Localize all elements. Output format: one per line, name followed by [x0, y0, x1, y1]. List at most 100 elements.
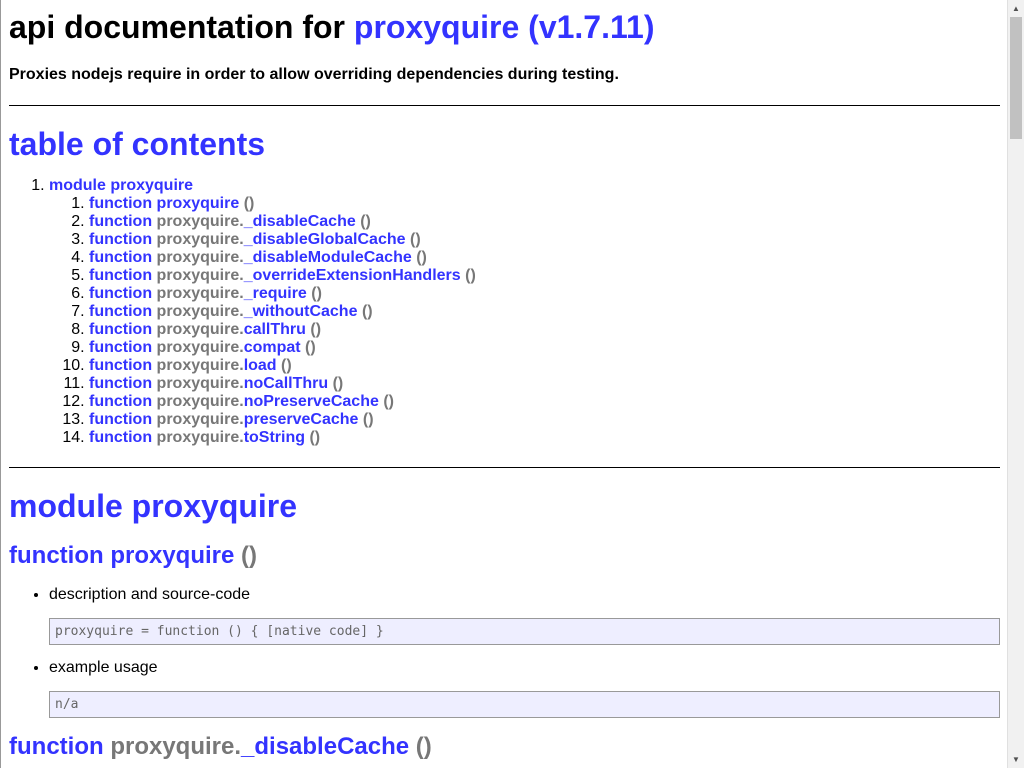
toc-function-prefix: proxyquire.: [156, 303, 244, 320]
toc-function-prefix: proxyquire.: [156, 267, 244, 284]
toc-function-prefix: proxyquire.: [156, 339, 244, 356]
function-keyword-link[interactable]: function: [9, 733, 104, 760]
toc-list: module proxyquire function proxyquire ()…: [9, 177, 1000, 447]
toc-function-name-link[interactable]: proxyquire: [157, 195, 240, 212]
function-parens: (): [241, 542, 257, 569]
toc-function-keyword-link[interactable]: function: [89, 303, 152, 320]
toc-function-item: function proxyquire (): [89, 195, 1000, 213]
toc-function-name-link[interactable]: compat: [244, 339, 301, 356]
example-label: example usage: [49, 658, 1000, 678]
toc-function-list: function proxyquire ()function proxyquir…: [49, 195, 1000, 447]
function-heading: function proxyquire (): [9, 541, 1000, 571]
page-viewport: api documentation for proxyquire (v1.7.1…: [0, 0, 1007, 768]
function-keyword-link[interactable]: function: [9, 542, 104, 569]
package-description: Proxies nodejs require in order to allow…: [9, 66, 619, 83]
toc-function-name-link[interactable]: noCallThru: [244, 375, 328, 392]
toc-function-parens: (): [332, 375, 344, 392]
toc-module-item: module proxyquire function proxyquire ()…: [49, 177, 1000, 447]
toc-function-parens: (): [310, 321, 322, 338]
divider: [9, 105, 1000, 106]
toc-function-prefix: proxyquire.: [156, 321, 244, 338]
toc-function-item: function proxyquire.noPreserveCache (): [89, 393, 1000, 411]
toc-function-item: function proxyquire.load (): [89, 357, 1000, 375]
toc-function-parens: (): [243, 195, 255, 212]
scrollbar-thumb[interactable]: [1010, 17, 1022, 139]
toc-heading: table of contents: [9, 126, 266, 162]
page-title: api documentation for proxyquire (v1.7.1…: [9, 8, 1000, 46]
toc-module-link[interactable]: module proxyquire: [49, 177, 193, 194]
toc-function-keyword-link[interactable]: function: [89, 357, 152, 374]
function-prefix: proxyquire.: [110, 733, 242, 760]
toc-function-item: function proxyquire.preserveCache (): [89, 411, 1000, 429]
toc-function-item: function proxyquire.compat (): [89, 339, 1000, 357]
toc-function-name-link[interactable]: _withoutCache: [244, 303, 358, 320]
module-heading: module proxyquire: [9, 488, 298, 524]
toc-function-keyword-link[interactable]: function: [89, 267, 152, 284]
toc-function-keyword-link[interactable]: function: [89, 321, 152, 338]
toc-function-parens: (): [465, 267, 476, 284]
toc-function-keyword-link[interactable]: function: [89, 249, 152, 266]
toc-function-parens: (): [309, 429, 321, 446]
vertical-scrollbar[interactable]: ▲ ▼: [1007, 0, 1024, 768]
toc-function-keyword-link[interactable]: function: [89, 393, 152, 410]
toc-function-prefix: proxyquire.: [156, 411, 244, 428]
example-code-block: n/a: [49, 691, 1000, 718]
toc-function-name-link[interactable]: _disableCache: [244, 213, 356, 230]
toc-function-prefix: proxyquire.: [156, 393, 244, 410]
toc-function-name-link[interactable]: callThru: [244, 321, 306, 338]
scroll-up-arrow-icon[interactable]: ▲: [1008, 0, 1024, 17]
toc-function-keyword-link[interactable]: function: [89, 375, 152, 392]
toc-function-prefix: proxyquire.: [156, 285, 244, 302]
toc-function-name-link[interactable]: toString: [244, 429, 305, 446]
divider: [9, 467, 1000, 468]
toc-function-prefix: proxyquire.: [156, 231, 244, 248]
toc-function-prefix: proxyquire.: [156, 249, 244, 266]
toc-function-parens: (): [281, 357, 292, 374]
toc-function-item: function proxyquire._disableCache (): [89, 213, 1000, 231]
toc-function-keyword-link[interactable]: function: [89, 285, 152, 302]
toc-function-parens: (): [416, 249, 427, 266]
toc-function-item: function proxyquire._overrideExtensionHa…: [89, 267, 1000, 285]
toc-function-name-link[interactable]: noPreserveCache: [244, 393, 379, 410]
toc-function-prefix: proxyquire.: [156, 213, 244, 230]
source-code-block: proxyquire = function () { [native code]…: [49, 618, 1000, 645]
toc-function-item: function proxyquire.toString (): [89, 429, 1000, 447]
toc-function-name-link[interactable]: _overrideExtensionHandlers: [244, 267, 461, 284]
function-example: example usage: [9, 658, 1000, 678]
toc-function-prefix: proxyquire.: [156, 429, 244, 446]
toc-function-keyword-link[interactable]: function: [89, 339, 152, 356]
toc-function-name-link[interactable]: preserveCache: [244, 411, 359, 428]
function-heading: function proxyquire._disableCache (): [9, 732, 1000, 762]
toc-function-parens: (): [409, 231, 421, 248]
toc-function-parens: (): [361, 303, 373, 320]
function-parens: (): [415, 733, 432, 760]
toc-function-name-link[interactable]: load: [244, 357, 277, 374]
package-link[interactable]: proxyquire (v1.7.11): [354, 9, 655, 45]
scroll-down-arrow-icon[interactable]: ▼: [1008, 751, 1024, 768]
toc-function-name-link[interactable]: _require: [244, 285, 307, 302]
toc-function-name-link[interactable]: _disableGlobalCache: [244, 231, 406, 248]
description-label: description and source-code: [49, 585, 1000, 605]
toc-function-parens: (): [311, 285, 322, 302]
toc-function-keyword-link[interactable]: function: [89, 195, 152, 212]
toc-function-prefix: proxyquire.: [156, 357, 244, 374]
toc-function-item: function proxyquire._disableGlobalCache …: [89, 231, 1000, 249]
toc-function-prefix: proxyquire.: [156, 375, 244, 392]
toc-function-keyword-link[interactable]: function: [89, 213, 152, 230]
toc-function-parens: (): [383, 393, 394, 410]
toc-function-item: function proxyquire.callThru (): [89, 321, 1000, 339]
function-name-link[interactable]: proxyquire: [110, 542, 234, 569]
toc-function-item: function proxyquire._disableModuleCache …: [89, 249, 1000, 267]
toc-function-parens: (): [360, 213, 371, 230]
toc-function-parens: (): [362, 411, 374, 428]
toc-function-keyword-link[interactable]: function: [89, 411, 152, 428]
function-name-link[interactable]: _disableCache: [241, 733, 409, 760]
toc-function-item: function proxyquire.noCallThru (): [89, 375, 1000, 393]
toc-function-keyword-link[interactable]: function: [89, 231, 152, 248]
toc-function-keyword-link[interactable]: function: [89, 429, 152, 446]
toc-function-name-link[interactable]: _disableModuleCache: [244, 249, 412, 266]
page-content: api documentation for proxyquire (v1.7.1…: [1, 8, 1007, 762]
toc-function-item: function proxyquire._withoutCache (): [89, 303, 1000, 321]
function-details: description and source-code: [9, 585, 1000, 605]
toc-function-parens: (): [305, 339, 316, 356]
